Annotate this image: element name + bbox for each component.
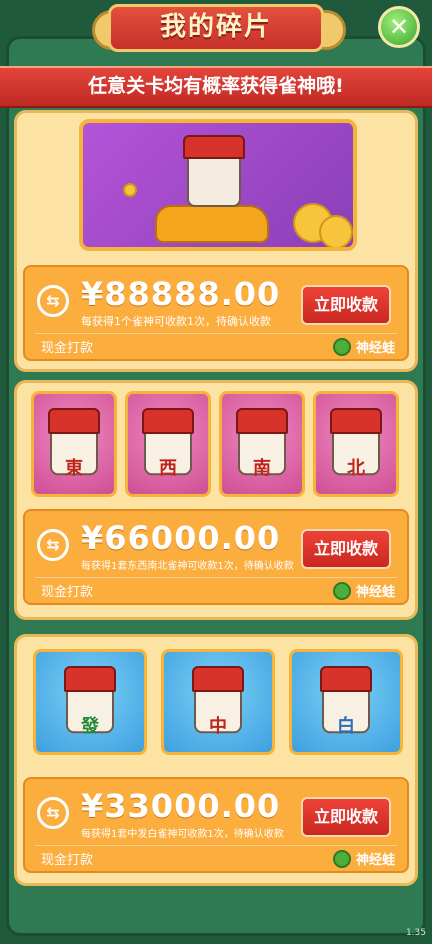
- god-hat: [64, 666, 116, 692]
- hint-ribbon: 任意关卡均有概率获得雀神哦!: [0, 66, 432, 108]
- god-hat: [142, 408, 194, 434]
- fragment-card-single: ⇆ ¥88888.00 每获得1个雀神可收款1次，待确认收款 立即收款 现金打款…: [14, 110, 418, 372]
- tile-glyph: 西: [159, 458, 177, 479]
- collect-button[interactable]: 立即收款: [301, 285, 391, 325]
- coin-decoration: [319, 215, 353, 247]
- reward-amount: ¥33000.00: [81, 787, 281, 825]
- car-illustration: [155, 205, 269, 243]
- partner-name: 神经蛙: [355, 341, 395, 356]
- collect-button[interactable]: 立即收款: [301, 797, 391, 837]
- frog-icon: [332, 337, 351, 356]
- wind-god-tile-south: 南: [219, 391, 305, 497]
- que-shen-banner-image: [79, 119, 357, 251]
- dragon-god-tile-zhong: 中: [161, 649, 275, 755]
- wind-god-tile-east: 東: [31, 391, 117, 497]
- divider: [35, 333, 397, 334]
- coin-decoration: [123, 183, 137, 197]
- dragon-god-tile-fa: 發: [33, 649, 147, 755]
- reward-description: 每获得1个雀神可收款1次，待确认收款: [81, 315, 271, 328]
- payment-label: 现金打款: [41, 853, 94, 868]
- exchange-icon: ⇆: [37, 797, 69, 829]
- divider: [35, 577, 397, 578]
- frog-icon: [332, 849, 351, 868]
- reward-amount: ¥88888.00: [81, 275, 281, 313]
- reward-panel: ⇆ ¥88888.00 每获得1个雀神可收款1次，待确认收款 立即收款 现金打款…: [23, 265, 409, 361]
- tile-glyph: 白: [337, 716, 355, 737]
- god-hat: [330, 408, 382, 434]
- payment-label: 现金打款: [41, 585, 94, 600]
- tile-glyph: 發: [81, 716, 99, 737]
- page-title: 我的碎片: [108, 4, 324, 52]
- fragment-card-dragons: 發 中 白 ⇆ ¥33000.00 每获得1套中发白雀神可收款1次，待确认收款 …: [14, 634, 418, 886]
- close-button[interactable]: ✕: [378, 6, 420, 48]
- wind-god-tile-west: 西: [125, 391, 211, 497]
- reward-panel: ⇆ ¥33000.00 每获得1套中发白雀神可收款1次，待确认收款 立即收款 现…: [23, 777, 409, 873]
- god-hat: [183, 135, 245, 159]
- tile-glyph: 北: [347, 458, 365, 479]
- dragon-god-tile-bai: 白: [289, 649, 403, 755]
- divider: [35, 845, 397, 846]
- mahjong-god-illustration: [187, 151, 241, 207]
- frog-icon: [332, 581, 351, 600]
- exchange-icon: ⇆: [37, 285, 69, 317]
- fragment-card-winds: 東 西 南 北 ⇆ ¥66000.00 每获得1套东西南北雀神可收款1次，待确认…: [14, 380, 418, 620]
- payment-label: 现金打款: [41, 341, 94, 356]
- tile-glyph: 中: [209, 716, 227, 737]
- partner-name: 神经蛙: [355, 853, 395, 868]
- exchange-icon: ⇆: [37, 529, 69, 561]
- reward-description: 每获得1套东西南北雀神可收款1次，待确认收款: [81, 561, 294, 572]
- collect-button[interactable]: 立即收款: [301, 529, 391, 569]
- version-label: 1.35: [405, 928, 426, 938]
- god-hat: [192, 666, 244, 692]
- god-hat: [48, 408, 100, 434]
- god-hat: [236, 408, 288, 434]
- partner-badge: 神经蛙: [332, 337, 395, 356]
- god-hat: [320, 666, 372, 692]
- reward-amount: ¥66000.00: [81, 519, 281, 557]
- partner-badge: 神经蛙: [332, 581, 395, 600]
- close-icon: ✕: [388, 13, 410, 41]
- reward-panel: ⇆ ¥66000.00 每获得1套东西南北雀神可收款1次，待确认收款 立即收款 …: [23, 509, 409, 605]
- tile-glyph: 東: [65, 458, 83, 479]
- reward-description: 每获得1套中发白雀神可收款1次，待确认收款: [81, 829, 284, 840]
- partner-name: 神经蛙: [355, 585, 395, 600]
- tile-glyph: 南: [253, 458, 271, 479]
- partner-badge: 神经蛙: [332, 849, 395, 868]
- wind-god-tile-north: 北: [313, 391, 399, 497]
